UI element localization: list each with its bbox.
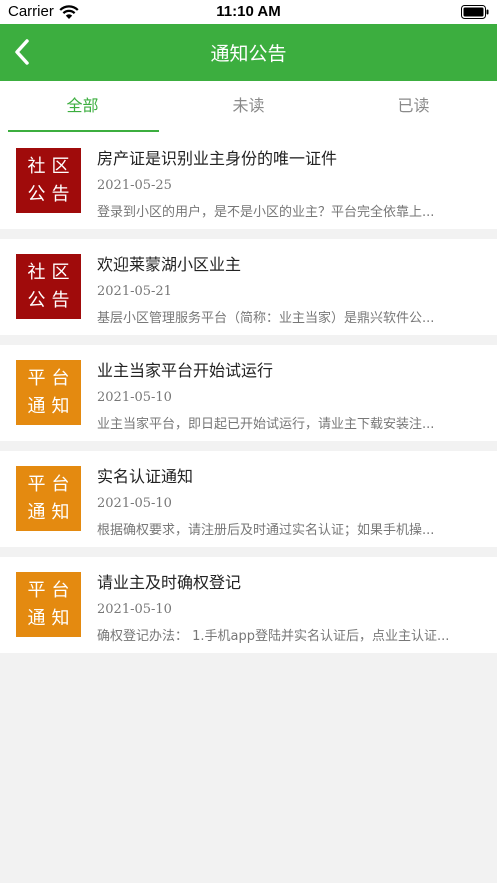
notice-item[interactable]: 平台 通知 业主当家平台开始试运行 2021-05-10 业主当家平台，即日起已…: [0, 345, 497, 441]
notice-summary: 登录到小区的用户，是不是小区的业主？平台完全依靠上...: [97, 205, 435, 220]
badge-line: 通知: [27, 501, 76, 523]
badge-line: 通知: [27, 607, 76, 629]
notice-date: 2021-05-10: [97, 390, 172, 405]
status-bar: Carrier 11:10 AM: [0, 0, 497, 24]
nav-bar: 通知公告: [0, 24, 497, 81]
badge-line: 平台: [27, 367, 76, 389]
notice-badge: 平台 通知: [16, 360, 81, 425]
notice-item[interactable]: 平台 通知 实名认证通知 2021-05-10 根据确权要求，请注册后及时通过实…: [0, 451, 497, 547]
active-tab-indicator: [8, 130, 159, 132]
notice-date: 2021-05-10: [97, 602, 172, 617]
badge-line: 社区: [27, 261, 76, 283]
notice-summary: 业主当家平台，即日起已开始试运行，请业主下载安装注...: [97, 417, 435, 432]
tab-read[interactable]: 已读: [331, 81, 496, 133]
notice-date: 2021-05-25: [97, 178, 172, 193]
notice-summary: 基层小区管理服务平台（简称：业主当家）是鼎兴软件公...: [97, 311, 435, 326]
tab-all[interactable]: 全部: [0, 81, 165, 133]
notice-date: 2021-05-10: [97, 496, 172, 511]
notice-summary: 根据确权要求，请注册后及时通过实名认证；如果手机操...: [97, 523, 435, 538]
badge-line: 通知: [27, 395, 76, 417]
notice-item[interactable]: 社区 公告 房产证是识别业主身份的唯一证件 2021-05-25 登录到小区的用…: [0, 133, 497, 229]
notice-date: 2021-05-21: [97, 284, 172, 299]
clock: 11:10 AM: [216, 3, 281, 20]
notice-title: 欢迎莱蒙湖小区业主: [97, 255, 242, 274]
notice-badge: 社区 公告: [16, 254, 81, 319]
notice-item[interactable]: 平台 通知 请业主及时确权登记 2021-05-10 确权登记办法： 1.手机a…: [0, 557, 497, 653]
notice-badge: 社区 公告: [16, 148, 81, 213]
badge-line: 公告: [27, 183, 76, 205]
badge-line: 平台: [27, 473, 76, 495]
tab-unread[interactable]: 未读: [166, 81, 331, 133]
badge-line: 平台: [27, 579, 76, 601]
page-title: 通知公告: [210, 43, 287, 65]
badge-line: 社区: [27, 155, 76, 177]
notice-title: 请业主及时确权登记: [97, 573, 242, 592]
notice-badge: 平台 通知: [16, 466, 81, 531]
notice-item[interactable]: 社区 公告 欢迎莱蒙湖小区业主 2021-05-21 基层小区管理服务平台（简称…: [0, 239, 497, 335]
notice-title: 业主当家平台开始试运行: [97, 361, 274, 380]
notice-summary: 确权登记办法： 1.手机app登陆并实名认证后，点业主认证...: [97, 629, 450, 644]
tab-bar: 全部 未读 已读: [0, 81, 497, 133]
badge-line: 公告: [27, 289, 76, 311]
notice-badge: 平台 通知: [16, 572, 81, 637]
battery-icon: [461, 5, 489, 19]
notice-title: 房产证是识别业主身份的唯一证件: [97, 149, 338, 168]
notice-title: 实名认证通知: [97, 467, 194, 486]
